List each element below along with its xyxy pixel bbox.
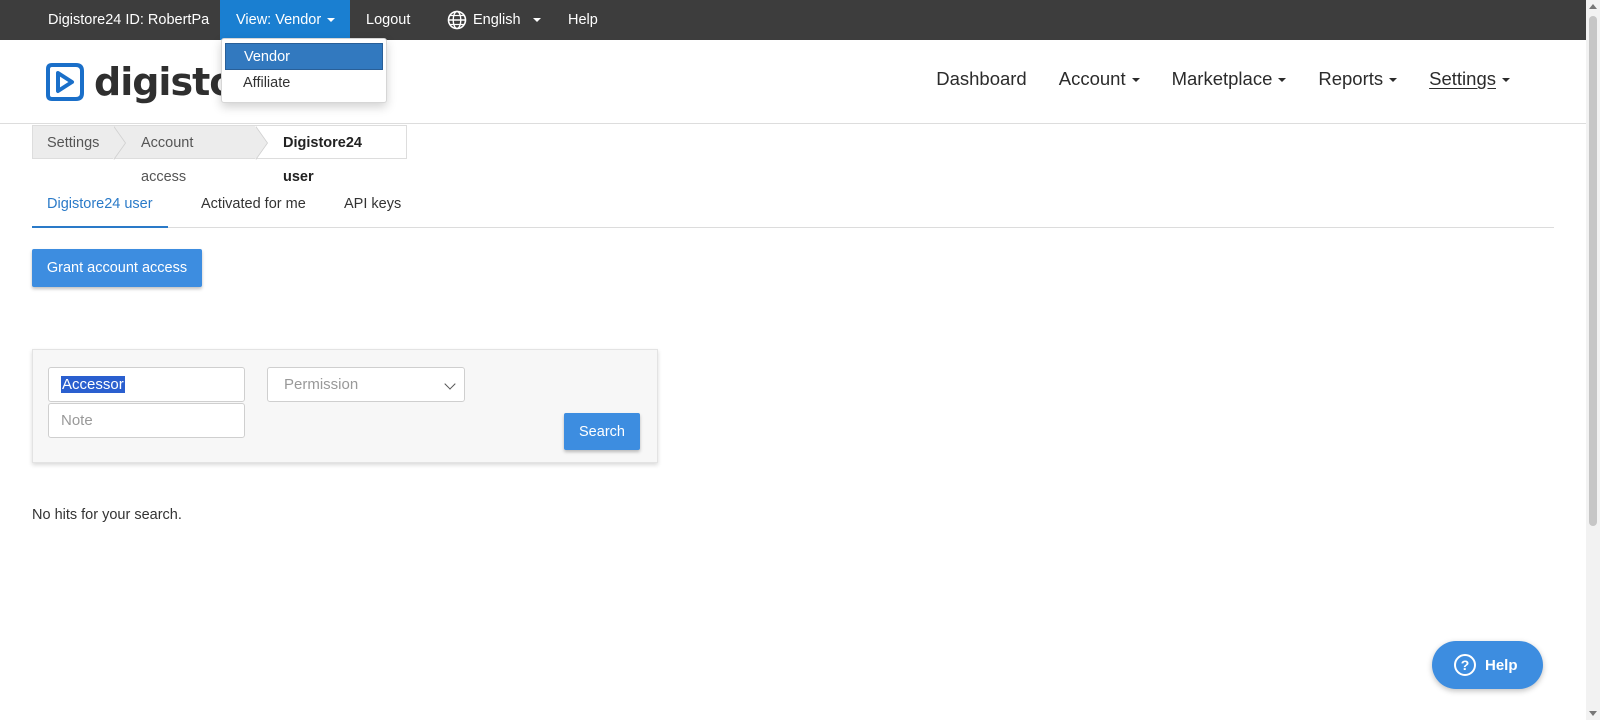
nav-marketplace[interactable]: Marketplace (1156, 68, 1303, 90)
nav-settings-label: Settings (1429, 68, 1496, 89)
nav-reports[interactable]: Reports (1302, 68, 1413, 90)
accessor-input[interactable]: Accessor (48, 367, 245, 402)
note-input-placeholder: Note (61, 412, 93, 429)
permission-select[interactable]: Permission (267, 367, 465, 402)
breadcrumb-settings[interactable]: Settings (32, 125, 126, 160)
tab-bar: Digistore24 user Activated for me API ke… (32, 186, 1554, 228)
note-input[interactable]: Note (48, 403, 245, 438)
floating-help-button[interactable]: ? Help (1432, 641, 1543, 689)
language-label: English (473, 12, 521, 28)
nav-account[interactable]: Account (1043, 68, 1156, 90)
tab-digistore24-user[interactable]: Digistore24 user (32, 186, 168, 228)
language-switcher[interactable]: English (431, 0, 557, 40)
breadcrumb: Settings Account access Digistore24 user (32, 125, 407, 185)
globe-icon (447, 10, 467, 30)
breadcrumb-account-access[interactable]: Account access (113, 125, 268, 185)
caret-down-icon (1131, 78, 1140, 83)
no-results-message: No hits for your search. (32, 507, 182, 523)
view-option-vendor[interactable]: Vendor (225, 43, 383, 70)
main-nav: Dashboard Account Marketplace Reports Se… (920, 68, 1526, 90)
tab-activated-for-me[interactable]: Activated for me (186, 186, 321, 228)
nav-reports-label: Reports (1318, 68, 1384, 89)
grant-account-access-button[interactable]: Grant account access (32, 249, 202, 287)
caret-down-icon (1389, 78, 1398, 83)
view-switcher-label: View: Vendor (236, 12, 322, 28)
caret-down-icon (327, 18, 336, 23)
tab-api-keys[interactable]: API keys (329, 186, 416, 228)
logo-mark-icon (46, 63, 84, 101)
logout-link[interactable]: Logout (350, 0, 426, 40)
nav-marketplace-label: Marketplace (1171, 68, 1273, 89)
scroll-up-arrow-icon[interactable] (1589, 4, 1597, 9)
accessor-input-value: Accessor (61, 376, 125, 393)
search-button[interactable]: Search (564, 413, 640, 450)
page-scrollbar[interactable] (1586, 0, 1600, 720)
view-option-affiliate[interactable]: Affiliate (225, 70, 383, 97)
top-bar: Digistore24 ID: RobertPa View: Vendor Lo… (0, 0, 1586, 40)
view-dropdown-menu: Vendor Affiliate (221, 38, 387, 103)
search-filter-panel: Accessor Note Permission Search (32, 349, 658, 463)
scroll-down-arrow-icon[interactable] (1589, 711, 1597, 716)
breadcrumb-digistore24-user: Digistore24 user (255, 125, 407, 185)
question-circle-icon: ? (1454, 654, 1476, 676)
chevron-down-icon (444, 378, 456, 390)
digistore-id-label: Digistore24 ID: RobertPa (48, 12, 210, 28)
view-switcher-button[interactable]: View: Vendor (220, 0, 350, 40)
nav-account-label: Account (1058, 68, 1126, 89)
caret-down-icon (532, 18, 541, 22)
nav-settings[interactable]: Settings (1413, 68, 1526, 90)
help-link[interactable]: Help (552, 0, 614, 40)
caret-down-icon (1502, 78, 1510, 83)
permission-select-placeholder: Permission (284, 376, 359, 393)
caret-down-icon (1278, 78, 1287, 83)
scrollbar-thumb[interactable] (1589, 16, 1597, 526)
floating-help-label: Help (1485, 656, 1518, 674)
nav-dashboard[interactable]: Dashboard (920, 68, 1043, 90)
